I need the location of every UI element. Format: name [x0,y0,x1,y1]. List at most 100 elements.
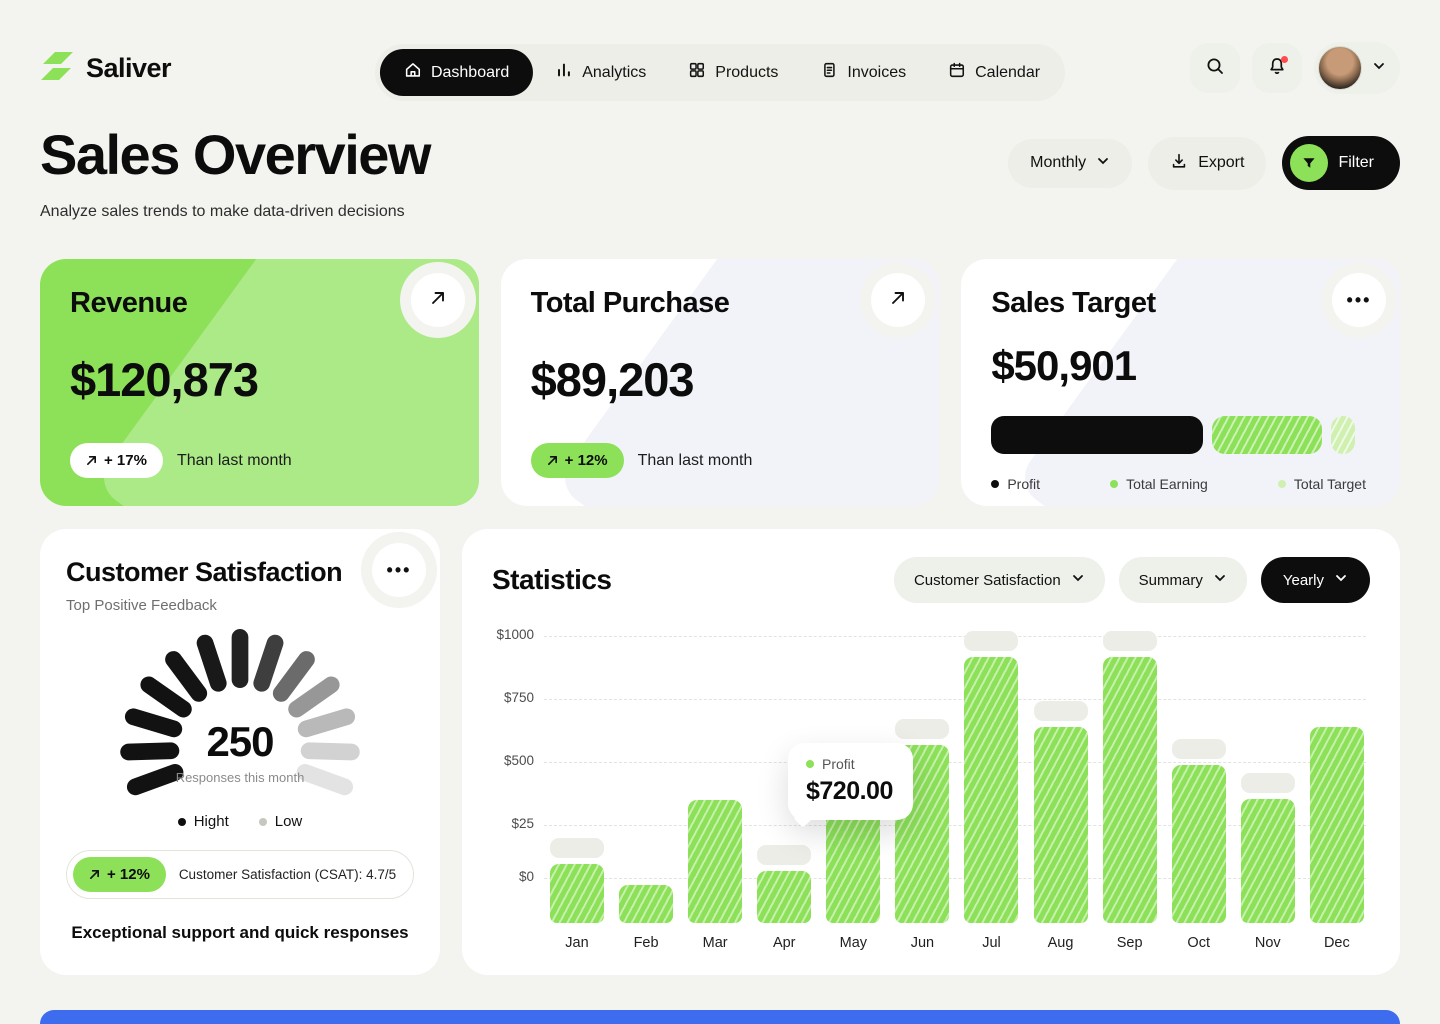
bar-column-mar[interactable]: Mar [688,625,742,961]
bar-jan[interactable] [550,864,604,923]
nav-label: Calendar [975,64,1040,82]
legend-profit: Profit [991,476,1040,492]
nav-item-analytics[interactable]: Analytics [535,49,666,96]
nav-item-invoices[interactable]: Invoices [800,49,926,96]
bar-feb[interactable] [619,885,673,923]
gauge-segment [149,685,184,709]
user-menu[interactable] [1314,42,1400,94]
sales-target-menu-button[interactable]: ••• [1332,273,1386,327]
bar-cap [550,838,604,858]
bar-column-oct[interactable]: Oct [1172,625,1226,961]
purchase-delta-badge: + 12% [531,443,624,478]
notifications-button[interactable] [1252,43,1302,93]
gauge-segment [262,643,275,683]
stats-period-dropdown[interactable]: Yearly [1261,557,1370,603]
bar-mar[interactable] [688,800,742,923]
revenue-open-button[interactable] [411,273,465,327]
page-header: Sales Overview Analyze sales trends to m… [0,96,1440,221]
stats-metric-dropdown[interactable]: Customer Satisfaction [894,557,1105,603]
legend-dot [1278,480,1286,488]
legend-dot [1110,480,1118,488]
revenue-delta-badge: + 17% [70,443,163,478]
bar-aug[interactable] [1034,727,1088,923]
brand-logo[interactable]: Saliver [40,51,171,86]
export-button[interactable]: Export [1148,137,1266,190]
search-button[interactable] [1190,43,1240,93]
chart-tooltip: Profit $720.00 [788,743,913,820]
x-axis-label: Nov [1241,935,1295,951]
chevron-down-icon [1096,154,1110,173]
csat-score-text: Customer Satisfaction (CSAT): 4.7/5 [178,867,407,882]
filter-button[interactable]: Filter [1282,136,1400,190]
legend-dot [178,818,186,826]
search-icon [1205,56,1225,81]
bar-column-sep[interactable]: Sep [1103,625,1157,961]
bar-column-aug[interactable]: Aug [1034,625,1088,961]
satisfaction-gauge: 250 Responses this month [115,624,365,805]
bar-column-nov[interactable]: Nov [1241,625,1295,961]
purchase-open-button[interactable] [871,273,925,327]
x-axis-label: May [826,935,880,951]
gauge-caption: Responses this month [115,770,365,785]
statistics-bar-chart: $1000 $750 $500 $25 $0 JanFebMarAprMayJu… [492,625,1370,961]
x-axis-label: Jun [895,935,949,951]
gauge-segment [297,685,332,709]
x-axis-label: Mar [688,935,742,951]
gauge-segment [205,643,218,683]
sales-target-card: ••• Sales Target $50,901 Profit [961,259,1400,506]
bar-jul[interactable] [964,657,1018,923]
download-icon [1170,152,1188,175]
home-icon [404,61,422,84]
statistics-card: Statistics Customer Satisfaction Summary [462,529,1400,975]
bar-cap [1103,631,1157,651]
x-axis-label: Jan [550,935,604,951]
total-purchase-card: Total Purchase $89,203 + 12% Than last m… [501,259,940,506]
gauge-segment [173,659,198,693]
calendar-icon [948,61,966,84]
bar-oct[interactable] [1172,765,1226,923]
x-axis-label: Dec [1310,935,1364,951]
revenue-title: Revenue [70,287,449,320]
x-axis-label: Jul [964,935,1018,951]
legend-label: Total Target [1294,476,1366,492]
legend-label: Hight [194,813,229,830]
gauge-value: 250 [115,718,365,766]
bar-column-feb[interactable]: Feb [619,625,673,961]
bar-column-jul[interactable]: Jul [964,625,1018,961]
bar-column-dec[interactable]: Dec [1310,625,1364,961]
kpi-row: Revenue $120,873 + 17% Than last month T… [0,221,1440,506]
revenue-delta-value: + 17% [104,452,147,469]
nav-item-calendar[interactable]: Calendar [928,49,1060,96]
bar-cap [1034,701,1088,721]
period-dropdown[interactable]: Monthly [1008,139,1132,188]
avatar [1318,46,1362,90]
bar-apr[interactable] [757,871,811,923]
nav-item-dashboard[interactable]: Dashboard [380,49,533,96]
stats-summary-dropdown[interactable]: Summary [1119,557,1247,603]
legend-label: Low [275,813,303,830]
bar-dec[interactable] [1310,727,1364,923]
analytics-icon [555,61,573,84]
nav-item-products[interactable]: Products [668,49,798,96]
tooltip-value: $720.00 [806,777,893,806]
bar-nov[interactable] [1241,799,1295,923]
chevron-down-icon [1372,59,1386,78]
bar-sep[interactable] [1103,657,1157,923]
top-bar: Saliver Dashboard Analytics Products [0,0,1440,96]
nav-label: Products [715,64,778,82]
csat-menu-button[interactable]: ••• [372,543,426,597]
csat-delta-value: + 12% [107,866,150,883]
progress-profit-segment [991,416,1203,454]
chevron-down-icon [1334,571,1348,589]
ellipsis-icon: ••• [1347,290,1372,311]
bars-container: JanFebMarAprMayJunJulAugSepOctNovDec [550,625,1364,961]
gauge-legend: Hight Low [66,813,414,830]
legend-total-earning: Total Earning [1110,476,1208,492]
stats-period-value: Yearly [1283,572,1324,589]
gauge-segment [281,659,306,693]
notification-dot [1281,56,1288,63]
sales-target-title: Sales Target [991,287,1370,320]
products-icon [688,61,706,84]
bar-column-jan[interactable]: Jan [550,625,604,961]
legend-total-target: Total Target [1278,476,1366,492]
